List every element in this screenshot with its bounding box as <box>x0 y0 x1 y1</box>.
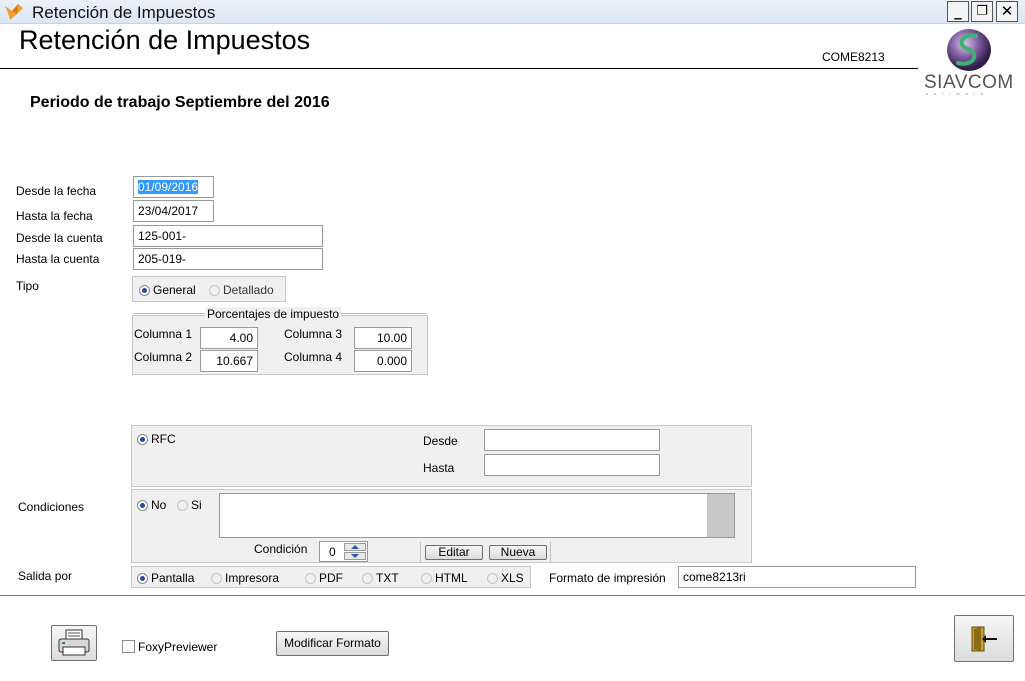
radio-selected-icon <box>137 499 148 511</box>
condiciones-label: Condiciones <box>18 500 85 514</box>
radio-selected-icon <box>137 572 148 584</box>
radio-empty-icon <box>487 572 498 584</box>
exit-button[interactable] <box>954 615 1014 662</box>
tipo-general-radio[interactable]: General <box>139 283 196 297</box>
salida-html-radio[interactable]: HTML <box>421 571 468 585</box>
columna2-input[interactable]: 10.667 <box>200 350 258 372</box>
exit-door-icon <box>971 626 997 652</box>
foxy-label: FoxyPreviewer <box>138 640 218 654</box>
formato-label: Formato de impresión <box>549 571 666 585</box>
tipo-radio-group: General Detallado <box>132 276 286 302</box>
salida-pdf-radio[interactable]: PDF <box>305 571 343 585</box>
radio-selected-icon <box>139 284 150 296</box>
condiciones-textarea[interactable] <box>219 493 735 538</box>
condiciones-si-radio[interactable]: Si <box>177 498 202 512</box>
radio-empty-icon <box>177 499 188 511</box>
hasta-fecha-label: Hasta la fecha <box>16 209 93 223</box>
condicion-label: Condición <box>254 542 308 556</box>
siavcom-logo-icon <box>947 29 991 71</box>
radio-empty-icon <box>362 572 373 584</box>
salida-radio-group: Pantalla Impresora PDF TXT HTML XLS <box>131 566 531 588</box>
hasta-cuenta-label: Hasta la cuenta <box>16 252 100 266</box>
logo-subtext: software <box>926 91 990 96</box>
condiciones-panel: No Si Condición 0 Editar Nueva <box>131 489 752 563</box>
page-title: Retención de Impuestos <box>19 25 311 55</box>
print-button[interactable] <box>51 625 97 661</box>
columna4-input[interactable]: 0.000 <box>354 350 412 372</box>
desde-cuenta-label: Desde la cuenta <box>16 231 103 245</box>
formato-input[interactable]: come8213ri <box>678 566 916 588</box>
porcentajes-legend: Porcentajes de impuesto <box>205 307 342 321</box>
footer-divider <box>0 595 1025 596</box>
columna1-input[interactable]: 4.00 <box>200 327 258 349</box>
salida-txt-radio[interactable]: TXT <box>362 571 399 585</box>
foxy-checkbox[interactable] <box>122 640 135 653</box>
radio-empty-icon <box>421 572 432 584</box>
hasta-fecha-input[interactable]: 23/04/2017 <box>133 200 214 222</box>
textarea-scrollbar[interactable] <box>707 494 734 537</box>
rfc-desde-label: Desde <box>423 434 458 448</box>
header-divider <box>0 68 918 69</box>
spinner-up-icon[interactable] <box>344 543 366 551</box>
rfc-hasta-input[interactable] <box>484 454 660 476</box>
rfc-radio[interactable]: RFC <box>137 432 176 446</box>
tipo-label: Tipo <box>16 279 39 293</box>
columna1-label: Columna 1 <box>134 327 193 341</box>
close-button[interactable]: ✕ <box>996 1 1018 22</box>
condiciones-no-radio[interactable]: No <box>137 498 166 512</box>
period-heading: Periodo de trabajo Septiembre del 2016 <box>30 94 330 111</box>
desde-cuenta-input[interactable]: 125-001- <box>133 225 323 247</box>
desde-fecha-input[interactable]: 01/09/2016 <box>133 176 214 198</box>
minimize-button[interactable]: _ <box>947 1 969 22</box>
rfc-hasta-label: Hasta <box>423 461 455 475</box>
editar-button[interactable]: Editar <box>425 545 483 560</box>
columna4-label: Columna 4 <box>284 350 343 364</box>
condicion-value: 0 <box>329 545 336 559</box>
window-title: Retención de Impuestos <box>32 3 216 22</box>
tipo-detallado-radio[interactable]: Detallado <box>209 283 274 297</box>
condicion-buttons-group: Editar Nueva <box>420 542 551 562</box>
spinner-down-icon[interactable] <box>344 552 366 560</box>
form-code: COME8213 <box>822 50 885 64</box>
radio-empty-icon <box>209 284 220 296</box>
columna3-input[interactable]: 10.00 <box>354 327 412 349</box>
salida-pantalla-radio[interactable]: Pantalla <box>137 571 194 585</box>
nueva-button[interactable]: Nueva <box>489 545 547 560</box>
radio-empty-icon <box>305 572 316 584</box>
restore-button[interactable]: ❐ <box>971 1 993 22</box>
printer-icon <box>58 629 90 656</box>
modificar-formato-button[interactable]: Modificar Formato <box>276 631 389 656</box>
columna2-label: Columna 2 <box>134 350 193 364</box>
fox-icon <box>5 4 23 20</box>
hasta-cuenta-input[interactable]: 205-019- <box>133 248 323 270</box>
columna3-label: Columna 3 <box>284 327 343 341</box>
desde-fecha-label: Desde la fecha <box>16 184 97 198</box>
radio-selected-icon <box>137 433 148 445</box>
condicion-spinner[interactable]: 0 <box>319 541 368 562</box>
salida-xls-radio[interactable]: XLS <box>487 571 524 585</box>
rfc-desde-input[interactable] <box>484 429 660 451</box>
radio-empty-icon <box>211 572 222 584</box>
rfc-panel: RFC Desde Hasta <box>131 425 752 487</box>
salida-label: Salida por <box>18 569 73 583</box>
salida-impresora-radio[interactable]: Impresora <box>211 571 279 585</box>
